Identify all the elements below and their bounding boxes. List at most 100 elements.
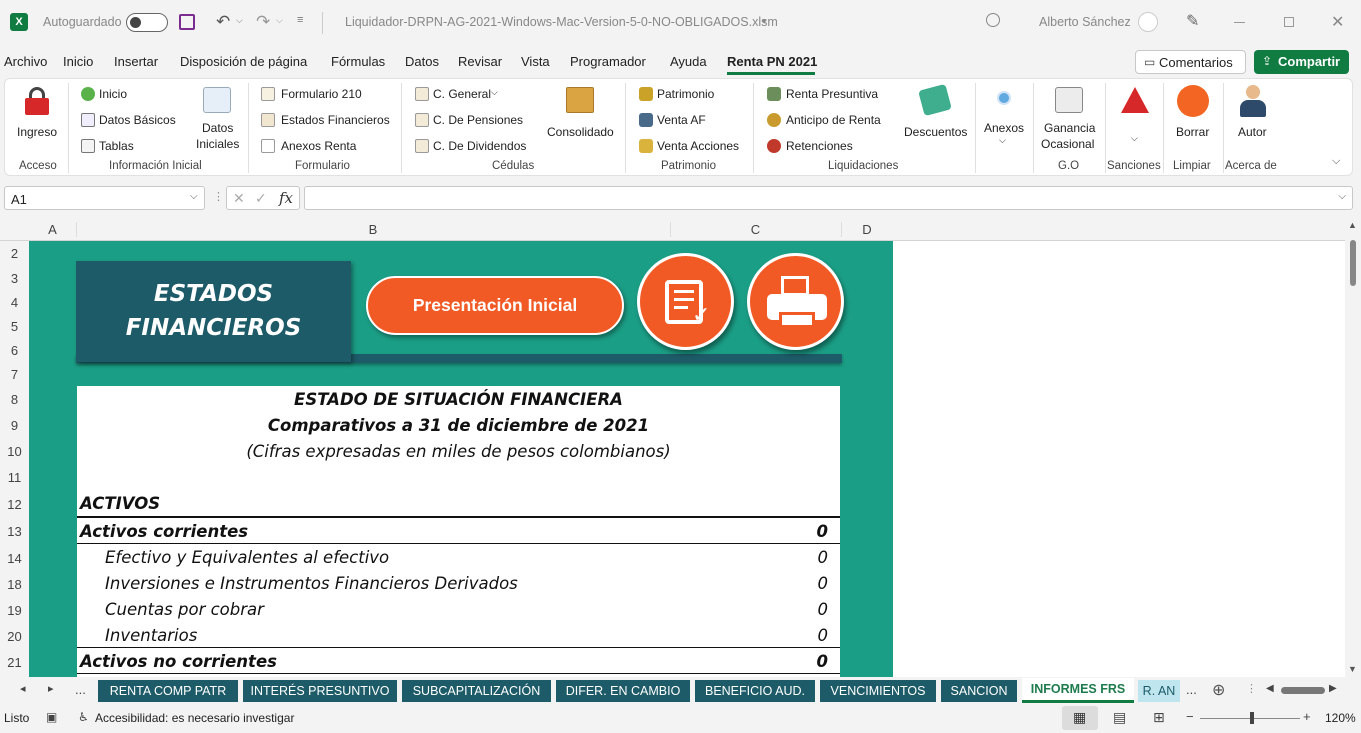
ribbon-collapse-icon[interactable]: ⌵ [1332, 155, 1340, 168]
row-header[interactable]: 21 [0, 655, 29, 670]
hscroll-left-icon[interactable]: ◀ [1266, 683, 1274, 694]
user-avatar-icon[interactable] [1138, 12, 1158, 32]
normal-view-button[interactable]: ▦ [1062, 706, 1098, 730]
formulario-210-button[interactable]: Formulario 210 [281, 87, 362, 101]
consolidado-button[interactable]: Consolidado [541, 83, 617, 155]
zoom-level[interactable]: 120% [1325, 711, 1356, 725]
checklist-button[interactable]: ✓ [637, 253, 734, 350]
menu-datos[interactable]: Datos [405, 54, 439, 69]
row-header[interactable]: 19 [0, 603, 29, 618]
row-header[interactable]: 11 [0, 470, 29, 485]
minimize-icon[interactable] [1234, 22, 1245, 23]
c-dividendos-button[interactable]: C. De Dividendos [433, 139, 526, 153]
tab-more-right[interactable]: ... [1186, 682, 1197, 697]
print-button[interactable] [747, 253, 844, 350]
c-general-chevron-icon[interactable]: ⌵ [491, 87, 498, 98]
menu-archivo[interactable]: Archivo [4, 54, 47, 69]
scroll-up-icon[interactable]: ▲ [1348, 220, 1357, 230]
tab-difer-en-cambio[interactable]: DIFER. EN CAMBIO [556, 680, 690, 702]
ingreso-button[interactable]: Ingreso [9, 83, 65, 155]
empty-cells[interactable] [893, 241, 1345, 677]
tab-r-an[interactable]: R. AN [1138, 680, 1180, 702]
tablas-button[interactable]: Tablas [99, 139, 134, 153]
pen-icon[interactable]: ✎ [1186, 11, 1199, 31]
anexos-button[interactable]: Anexos ⌵ [979, 83, 1029, 155]
accessibility-icon[interactable]: ♿ [78, 710, 89, 724]
c-pensiones-button[interactable]: C. De Pensiones [433, 113, 523, 127]
menu-programador[interactable]: Programador [570, 54, 646, 69]
tab-informes-frs[interactable]: INFORMES FRS [1022, 678, 1134, 703]
search-icon[interactable] [986, 13, 1000, 27]
anticipo-renta-button[interactable]: Anticipo de Renta [786, 113, 881, 127]
inicio-button[interactable]: Inicio [99, 87, 127, 101]
retenciones-button[interactable]: Retenciones [786, 139, 853, 153]
excel-logo-icon[interactable]: X [10, 13, 28, 31]
tab-scroll-left-icon[interactable]: ◂ [20, 682, 26, 695]
venta-acciones-button[interactable]: Venta Acciones [657, 139, 739, 153]
row-header[interactable]: 14 [0, 551, 29, 566]
scroll-thumb[interactable] [1350, 240, 1356, 286]
tab-scroll-right-icon[interactable]: ▸ [48, 682, 54, 695]
close-icon[interactable]: ✕ [1331, 12, 1344, 32]
restore-icon[interactable] [1284, 17, 1294, 27]
patrimonio-button[interactable]: Patrimonio [657, 87, 714, 101]
comments-button[interactable]: ▭ Comentarios [1135, 50, 1246, 74]
estados-financieros-button[interactable]: Estados Financieros [281, 113, 390, 127]
row-header[interactable]: 12 [0, 497, 29, 512]
tab-sancion[interactable]: SANCION [941, 680, 1017, 702]
user-name[interactable]: Alberto Sánchez [1039, 15, 1131, 29]
renta-presuntiva-button[interactable]: Renta Presuntiva [786, 87, 878, 101]
tab-interes-presuntivo[interactable]: INTERÉS PRESUNTIVO [243, 680, 397, 702]
file-name-chevron-icon[interactable]: ▾ [762, 16, 767, 27]
presentacion-inicial-button[interactable]: Presentación Inicial [366, 276, 624, 335]
menu-renta-pn[interactable]: Renta PN 2021 [727, 54, 817, 69]
column-header-b[interactable]: B [76, 222, 670, 237]
page-break-icon[interactable]: ⊞ [1153, 709, 1165, 726]
zoom-slider-thumb[interactable] [1250, 712, 1254, 724]
column-header-c[interactable]: C [670, 222, 841, 237]
page-layout-icon[interactable]: ▤ [1113, 709, 1126, 726]
tab-beneficio-aud[interactable]: BENEFICIO AUD. [695, 680, 815, 702]
zoom-slider[interactable] [1200, 712, 1300, 724]
row-header[interactable]: 6 [0, 343, 29, 358]
undo-dropdown-icon[interactable]: ⌵ [236, 15, 243, 26]
sanciones-button[interactable]: ⌵ [1109, 83, 1161, 155]
accessibility-status[interactable]: Accesibilidad: es necesario investigar [95, 711, 294, 725]
column-header-d[interactable]: D [841, 222, 893, 237]
datos-iniciales-button[interactable]: Datos Iniciales [191, 83, 243, 155]
row-header[interactable]: 2 [0, 246, 29, 261]
datos-basicos-button[interactable]: Datos Básicos [99, 113, 176, 127]
descuentos-button[interactable]: Descuentos [899, 83, 971, 155]
formula-bar-menu-icon[interactable]: ⋮ [213, 190, 224, 203]
menu-ayuda[interactable]: Ayuda [670, 54, 707, 69]
macro-record-icon[interactable]: ▣ [46, 710, 57, 724]
select-all-corner[interactable] [0, 218, 29, 241]
row-header[interactable]: 5 [0, 319, 29, 334]
row-header[interactable]: 8 [0, 392, 29, 407]
name-box[interactable]: A1 ⌵ [4, 186, 205, 210]
menu-revisar[interactable]: Revisar [458, 54, 502, 69]
row-header[interactable]: 18 [0, 577, 29, 592]
row-header[interactable]: 7 [0, 367, 29, 382]
zoom-in-icon[interactable]: + [1303, 709, 1311, 724]
venta-af-button[interactable]: Venta AF [657, 113, 706, 127]
row-header[interactable]: 10 [0, 444, 29, 459]
formula-expand-icon[interactable]: ⌵ [1338, 191, 1346, 202]
row-header[interactable]: 9 [0, 418, 29, 433]
tab-bar-menu-icon[interactable]: ⋮ [1246, 682, 1257, 695]
menu-formulas[interactable]: Fórmulas [331, 54, 385, 69]
vertical-scrollbar[interactable]: ▲ ▼ [1345, 218, 1361, 677]
row-header[interactable]: 4 [0, 295, 29, 310]
menu-inicio[interactable]: Inicio [63, 54, 93, 69]
anexos-renta-button[interactable]: Anexos Renta [281, 139, 356, 153]
customize-qat-icon[interactable]: ≡ [297, 14, 303, 26]
enter-icon[interactable]: ✓ [255, 190, 267, 207]
tab-more-left[interactable]: ... [75, 682, 86, 697]
cancel-icon[interactable]: ✕ [233, 190, 245, 207]
horizontal-scroll-thumb[interactable] [1281, 687, 1325, 694]
hscroll-right-icon[interactable]: ▶ [1329, 683, 1337, 694]
share-button[interactable]: ⇪ Compartir [1254, 50, 1349, 74]
tab-renta-comp-patr[interactable]: RENTA COMP PATR [98, 680, 238, 702]
add-sheet-icon[interactable]: ⊕ [1212, 680, 1225, 700]
scroll-down-icon[interactable]: ▼ [1348, 664, 1357, 674]
